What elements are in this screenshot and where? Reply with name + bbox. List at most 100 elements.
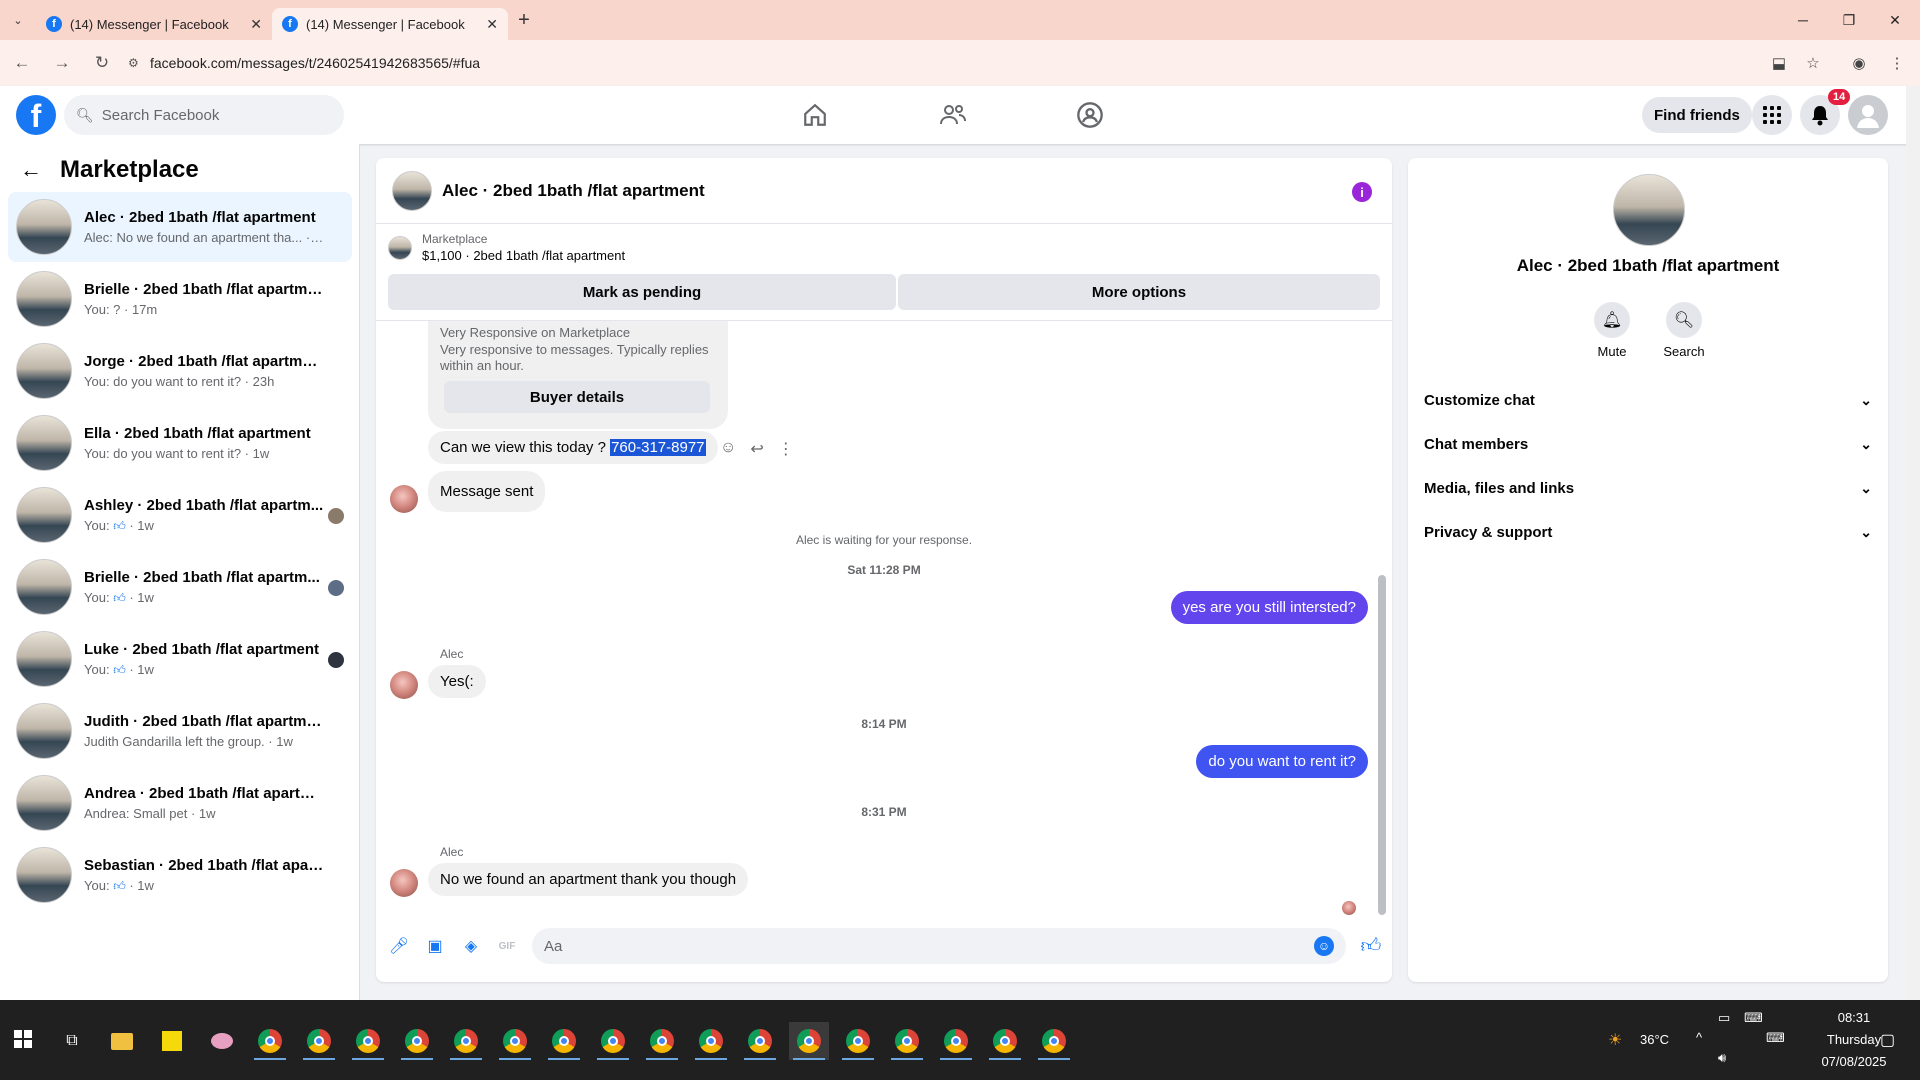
weather-icon[interactable]: ☀ [1608,1030,1622,1050]
chrome-taskbar-icon[interactable] [544,1022,584,1060]
react-emoji-icon[interactable]: ☺ [720,439,736,459]
chrome-taskbar-icon[interactable] [1034,1022,1074,1060]
tab-search-icon[interactable]: ⌄ [0,0,36,40]
browser-menu-icon[interactable]: ⋮ [1882,48,1912,78]
friends-icon[interactable] [933,99,973,131]
search-conversation-button[interactable]: 🔍︎ Search [1649,302,1719,359]
groups-icon[interactable] [1070,99,1110,131]
menu-grid-icon[interactable] [1752,95,1792,135]
buyer-details-button[interactable]: Buyer details [444,381,710,413]
message-bubble[interactable]: Message sent [428,471,546,512]
conversation-item[interactable]: Alec · 2bed 1bath /flat apartment Alec: N… [8,192,352,262]
scroll-thumb[interactable] [1378,575,1386,915]
sticky-notes-icon[interactable] [152,1022,192,1060]
clock-time[interactable]: 08:31 [1814,1010,1894,1025]
show-hidden-icons-icon[interactable]: ^ [1696,1030,1702,1045]
restore-icon[interactable]: ❐ [1826,0,1872,40]
more-options-button[interactable]: More options [898,274,1380,310]
chrome-taskbar-icon[interactable] [348,1022,388,1060]
snipping-tool-icon[interactable] [202,1022,242,1060]
chrome-taskbar-icon[interactable] [887,1022,927,1060]
chrome-taskbar-icon[interactable] [642,1022,682,1060]
conversation-info-icon[interactable]: i [1352,182,1372,202]
mark-as-pending-button[interactable]: Mark as pending [388,274,896,310]
page-scrollbar[interactable] [1906,86,1920,1000]
chrome-taskbar-icon[interactable] [250,1022,290,1060]
volume-icon[interactable]: 🔊︎ [1718,1050,1726,1066]
message-input[interactable]: Aa ☺ [532,928,1346,964]
chrome-taskbar-icon[interactable] [397,1022,437,1060]
conversation-item[interactable]: Jorge · 2bed 1bath /flat apartment You: d… [8,336,352,406]
close-tab-icon[interactable]: ✕ [250,16,262,33]
listing-summary[interactable]: Marketplace $1,100 · 2bed 1bath /flat ap… [388,232,625,263]
task-view-icon[interactable]: ⧉ [52,1022,92,1060]
chrome-taskbar-icon[interactable] [740,1022,780,1060]
find-friends-button[interactable]: Find friends [1642,97,1752,133]
browser-tab-2[interactable]: f (14) Messenger | Facebook ✕ [272,8,508,40]
sticker-icon[interactable]: ◈ [460,936,482,956]
listing-thumbnail[interactable] [1613,174,1685,246]
chrome-taskbar-icon[interactable] [446,1022,486,1060]
facebook-logo-icon[interactable]: f [16,95,56,135]
mute-button[interactable]: 🔔︎ Mute [1577,302,1647,359]
network-icon[interactable]: ⌨ [1744,1010,1763,1026]
reply-icon[interactable]: ↩ [750,439,763,459]
reload-icon[interactable]: ↻ [84,45,120,81]
account-avatar-icon[interactable] [1848,95,1888,135]
chrome-taskbar-icon[interactable] [299,1022,339,1060]
alec-avatar[interactable] [390,671,418,699]
meet-now-icon[interactable]: ▭ [1718,1010,1730,1026]
home-icon[interactable] [795,99,835,131]
site-info-icon[interactable]: ⚙ [128,56,150,70]
conversation-item[interactable]: Brielle · 2bed 1bath /flat apartm... You:… [8,552,352,622]
bookmark-star-icon[interactable]: ☆ [1798,48,1828,78]
clock-date[interactable]: 07/08/2025 [1814,1054,1894,1069]
chat-members-section[interactable]: Chat members ⌄ [1424,422,1872,466]
chrome-taskbar-icon[interactable] [495,1022,535,1060]
close-tab-icon[interactable]: ✕ [486,16,498,33]
microphone-icon[interactable]: 🎤︎ [388,936,410,956]
conversation-item[interactable]: Judith · 2bed 1bath /flat apartment Judit… [8,696,352,766]
forward-icon[interactable]: → [44,45,80,81]
chat-title[interactable]: Alec · 2bed 1bath /flat apartment [442,181,705,201]
back-arrow-icon[interactable]: ← [20,157,42,183]
conversation-item[interactable]: Sebastian · 2bed 1bath /flat apart... You… [8,840,352,910]
outgoing-message-bubble[interactable]: yes are you still intersted? [1170,591,1368,624]
privacy-support-section[interactable]: Privacy & support ⌄ [1424,510,1872,554]
close-window-icon[interactable]: ✕ [1872,0,1918,40]
notification-center-icon[interactable]: ▢ [1880,1030,1895,1050]
conversation-item[interactable]: Andrea · 2bed 1bath /flat apartment Andre… [8,768,352,838]
gif-icon[interactable]: GIF [496,936,518,956]
conversation-item[interactable]: Luke · 2bed 1bath /flat apartment You: 👍︎… [8,624,352,694]
conversation-item[interactable]: Brielle · 2bed 1bath /flat apartment You:… [8,264,352,334]
windows-start-icon[interactable] [14,1030,32,1048]
profile-icon[interactable]: ◉ [1844,48,1874,78]
chrome-taskbar-icon[interactable] [691,1022,731,1060]
customize-chat-section[interactable]: Customize chat ⌄ [1424,378,1872,422]
conversation-item[interactable]: Ella · 2bed 1bath /flat apartment You: do… [8,408,352,478]
alec-avatar[interactable] [390,485,418,513]
browser-tab-1[interactable]: f (14) Messenger | Facebook ✕ [36,8,272,40]
keyboard-icon[interactable]: ⌨ [1766,1030,1785,1046]
chrome-taskbar-icon[interactable] [838,1022,878,1060]
message-bubble[interactable]: Yes(: [428,665,486,698]
listing-thumbnail[interactable] [392,170,432,211]
thumbs-up-send-icon[interactable]: 👍︎ [1360,935,1382,957]
message-bubble[interactable]: Can we view this today ? 760-317-8977 [428,431,718,464]
message-bubble[interactable]: No we found an apartment thank you thoug… [428,863,749,896]
outgoing-message-bubble[interactable]: do you want to rent it? [1196,745,1368,778]
chrome-taskbar-icon[interactable] [593,1022,633,1060]
chrome-taskbar-icon[interactable] [936,1022,976,1060]
more-actions-icon[interactable]: ⋮ [778,439,794,459]
new-tab-icon[interactable]: + [508,4,540,36]
message-thread[interactable]: Very Responsive on Marketplace Very resp… [376,320,1392,915]
url-field[interactable]: ⚙ facebook.com/messages/t/24602541942683… [128,46,1748,80]
search-input[interactable]: 🔍︎ Search Facebook [64,95,344,135]
back-icon[interactable]: ← [4,45,40,81]
minimize-icon[interactable]: ─ [1780,0,1826,40]
chrome-taskbar-icon[interactable] [985,1022,1025,1060]
alec-avatar[interactable] [390,869,418,897]
emoji-icon[interactable]: ☺ [1314,936,1334,956]
conversation-item[interactable]: Ashley · 2bed 1bath /flat apartm... You: … [8,480,352,550]
file-explorer-icon[interactable] [102,1022,142,1060]
